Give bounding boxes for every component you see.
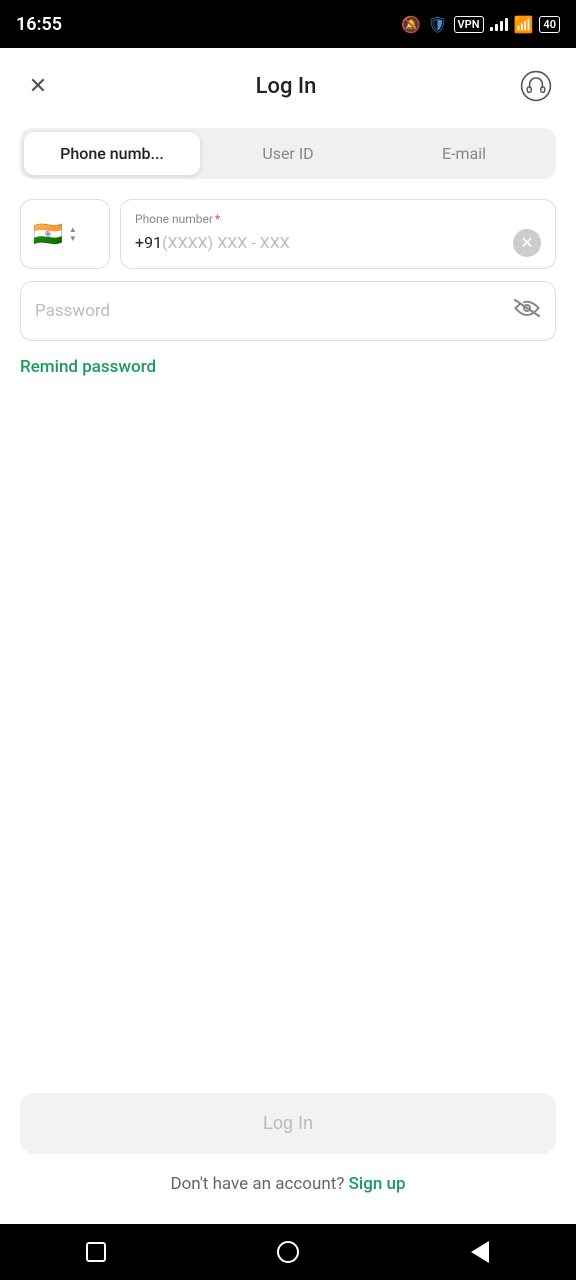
page-title: Log In [256,74,317,99]
support-button[interactable] [516,66,556,106]
country-flag: 🇮🇳 [33,220,63,248]
wifi-icon: 📶 [514,15,534,34]
tab-phone[interactable]: Phone numb... [24,132,200,175]
signup-link[interactable]: Sign up [349,1174,406,1194]
close-icon: ✕ [29,74,47,99]
bell-muted-icon: 🔕 [401,15,421,34]
status-time: 16:55 [16,14,62,35]
shield-icon: 🛡 [427,15,447,34]
login-tab-group: Phone numb... User ID E-mail [20,128,556,179]
chevron-updown-icon: ▲ ▼ [69,226,77,243]
tab-userid[interactable]: User ID [200,132,376,175]
home-icon [277,1241,299,1263]
signup-row: Don't have an account? Sign up [20,1174,556,1204]
login-button[interactable]: Log In [20,1093,556,1154]
bottom-section: Log In Don't have an account? Sign up [0,1093,576,1224]
country-selector[interactable]: 🇮🇳 ▲ ▼ [20,199,110,269]
tab-email[interactable]: E-mail [376,132,552,175]
nav-home-button[interactable] [272,1236,304,1268]
battery-level: 40 [539,16,560,33]
password-input[interactable]: Password [20,281,556,341]
phone-label: Phone number* [135,212,541,226]
signal-bars [490,17,508,31]
status-bar: 16:55 🔕 🛡 VPN 📶 40 [0,0,576,48]
signup-prompt-text: Don't have an account? [170,1174,344,1194]
status-icons: 🔕 🛡 VPN 📶 40 [401,15,560,34]
phone-input-row: 🇮🇳 ▲ ▼ Phone number* +91(XXXX) XXX - XXX… [20,199,556,269]
header: ✕ Log In [0,48,576,118]
phone-number-input[interactable]: Phone number* +91(XXXX) XXX - XXX ✕ [120,199,556,269]
headset-icon [520,70,552,102]
nav-recent-button[interactable] [80,1236,112,1268]
remind-password-link[interactable]: Remind password [20,357,556,377]
content-spacer [0,401,576,1093]
recent-apps-icon [86,1242,106,1262]
eye-hidden-icon[interactable] [513,298,541,324]
back-icon [471,1241,489,1263]
password-placeholder: Password [35,301,110,321]
phone-value: +91(XXXX) XXX - XXX [135,233,290,252]
close-button[interactable]: ✕ [20,68,56,104]
android-nav-bar [0,1224,576,1280]
clear-phone-button[interactable]: ✕ [513,229,541,257]
phone-value-row: +91(XXXX) XXX - XXX ✕ [135,229,541,257]
vpn-label: VPN [454,16,484,33]
nav-back-button[interactable] [464,1236,496,1268]
clear-icon: ✕ [520,235,533,251]
